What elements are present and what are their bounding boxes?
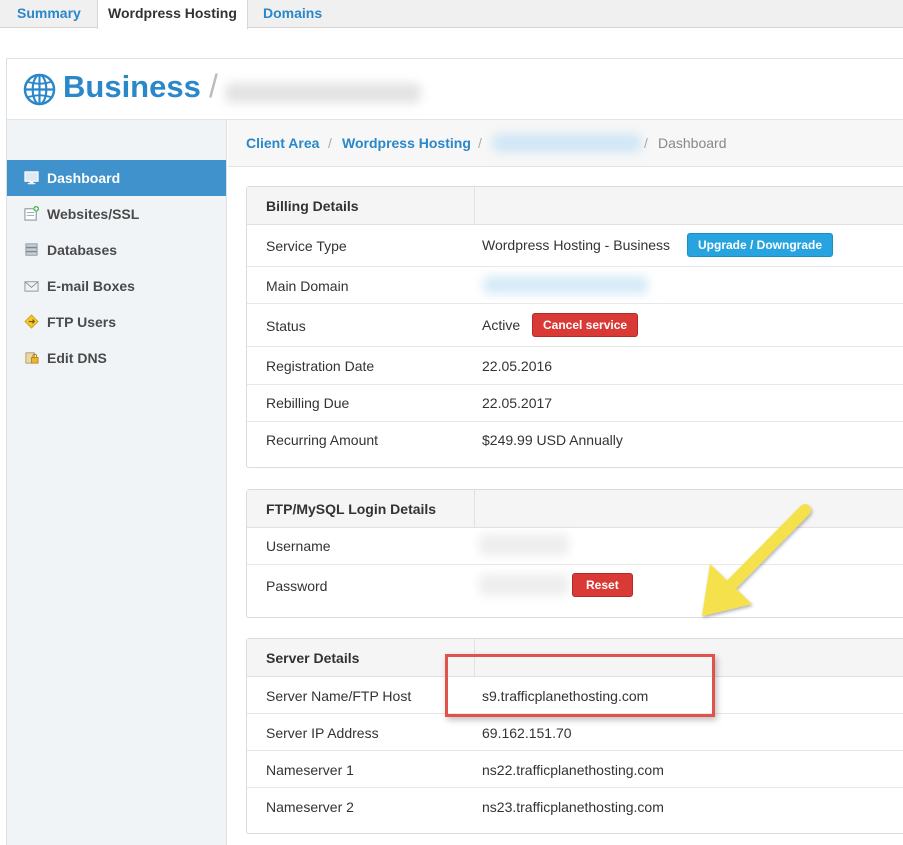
row-label: Rebilling Due [266, 395, 350, 411]
row-value: $249.99 USD Annually [482, 432, 623, 448]
row-label: Server IP Address [266, 725, 379, 741]
billing-details-panel: Billing Details Service Type Wordpress H… [246, 186, 903, 468]
row-label: Main Domain [266, 278, 349, 294]
table-row: Recurring Amount $249.99 USD Annually [247, 422, 903, 466]
table-row: Status Active Cancel service [247, 304, 903, 347]
upgrade-downgrade-button[interactable]: Upgrade / Downgrade [687, 233, 834, 257]
row-value: Wordpress Hosting - Business [482, 237, 671, 253]
ftp-users-icon [24, 314, 39, 329]
sidebar-item-dashboard[interactable]: Dashboard [7, 160, 226, 196]
row-label: Nameserver 1 [266, 762, 354, 778]
table-row: Rebilling Due 22.05.2017 [247, 385, 903, 422]
redacted-breadcrumb-domain[interactable] [493, 134, 641, 152]
breadcrumb-current: Dashboard [658, 135, 727, 151]
table-row: Password Reset [247, 565, 903, 617]
table-row: Registration Date 22.05.2016 [247, 347, 903, 385]
panel-header: Billing Details [247, 187, 903, 225]
sidebar-item-databases[interactable]: Databases [7, 232, 226, 268]
tab-domains[interactable]: Domains [253, 0, 332, 28]
redacted-username [479, 534, 569, 556]
row-value: 22.05.2016 [482, 358, 553, 374]
panel-title: Billing Details [266, 198, 359, 214]
sidebar: Dashboard Websites/SSL Databases E-mail … [6, 120, 227, 845]
row-value: 22.05.2017 [482, 395, 553, 411]
monitor-icon [24, 171, 39, 185]
sidebar-item-websites-ssl[interactable]: Websites/SSL [7, 196, 226, 232]
row-label: Recurring Amount [266, 432, 379, 448]
redacted-main-domain [483, 276, 648, 294]
sidebar-item-label: FTP Users [47, 314, 116, 330]
top-tab-bar: Summary Wordpress Hosting Domains [0, 0, 903, 29]
dns-lock-icon [25, 352, 39, 364]
row-label: Status [266, 318, 306, 334]
reset-password-button[interactable]: Reset [572, 573, 633, 597]
mailbox-icon [24, 281, 39, 292]
status-value: Active [482, 317, 521, 333]
sidebar-item-label: Edit DNS [47, 350, 107, 366]
tab-summary[interactable]: Summary [7, 0, 91, 28]
sidebar-item-edit-dns[interactable]: Edit DNS [7, 340, 226, 376]
breadcrumb-separator: / [478, 135, 482, 151]
server-hostname-value: s9.trafficplanethosting.com [482, 688, 649, 704]
panel-title: FTP/MySQL Login Details [266, 501, 437, 517]
tab-wordpress-hosting[interactable]: Wordpress Hosting [97, 0, 248, 29]
server-ip-value: 69.162.151.70 [482, 725, 572, 741]
row-label: Server Name/FTP Host [266, 688, 412, 704]
ftp-mysql-login-panel: FTP/MySQL Login Details Username Passwor… [246, 489, 903, 618]
globe-icon [23, 73, 56, 106]
breadcrumb: Client Area / Wordpress Hosting / / Dash… [228, 120, 903, 167]
table-row: Nameserver 2 ns23.trafficplanethosting.c… [247, 788, 903, 833]
table-row: Username [247, 528, 903, 565]
database-icon [25, 243, 38, 256]
row-label: Password [266, 578, 328, 594]
row-label: Service Type [266, 238, 347, 254]
breadcrumb-wordpress-hosting[interactable]: Wordpress Hosting [342, 135, 471, 151]
table-row: Server Name/FTP Host s9.trafficplanethos… [247, 677, 903, 714]
table-row: Main Domain [247, 267, 903, 304]
sidebar-item-label: E-mail Boxes [47, 278, 135, 294]
panel-title: Server Details [266, 650, 360, 666]
panel-header: Server Details [247, 639, 903, 677]
sidebar-item-email-boxes[interactable]: E-mail Boxes [7, 268, 226, 304]
website-add-icon [24, 206, 39, 221]
table-row: Service Type Wordpress Hosting - Busines… [247, 225, 903, 267]
title-separator: / [209, 68, 218, 104]
sidebar-item-label: Dashboard [47, 170, 121, 186]
nameserver-value: ns23.trafficplanethosting.com [482, 799, 664, 815]
breadcrumb-separator: / [328, 135, 332, 151]
sidebar-item-label: Websites/SSL [47, 206, 140, 222]
row-label: Registration Date [266, 358, 375, 374]
cancel-service-button[interactable]: Cancel service [532, 313, 639, 337]
redacted-domain [225, 83, 421, 103]
server-details-panel: Server Details Server Name/FTP Host s9.t… [246, 638, 903, 834]
breadcrumb-client-area[interactable]: Client Area [246, 135, 319, 151]
row-label: Nameserver 2 [266, 799, 354, 815]
panel-header: FTP/MySQL Login Details [247, 490, 903, 528]
page-header: Business / [6, 58, 903, 120]
row-label: Username [266, 538, 331, 554]
sidebar-item-ftp-users[interactable]: FTP Users [7, 304, 226, 340]
page-title: Business [63, 69, 201, 104]
nameserver-value: ns22.trafficplanethosting.com [482, 762, 664, 778]
sidebar-item-label: Databases [47, 242, 118, 258]
breadcrumb-separator: / [644, 135, 648, 151]
table-row: Server IP Address 69.162.151.70 [247, 714, 903, 751]
table-row: Nameserver 1 ns22.trafficplanethosting.c… [247, 751, 903, 788]
redacted-password [479, 574, 569, 596]
